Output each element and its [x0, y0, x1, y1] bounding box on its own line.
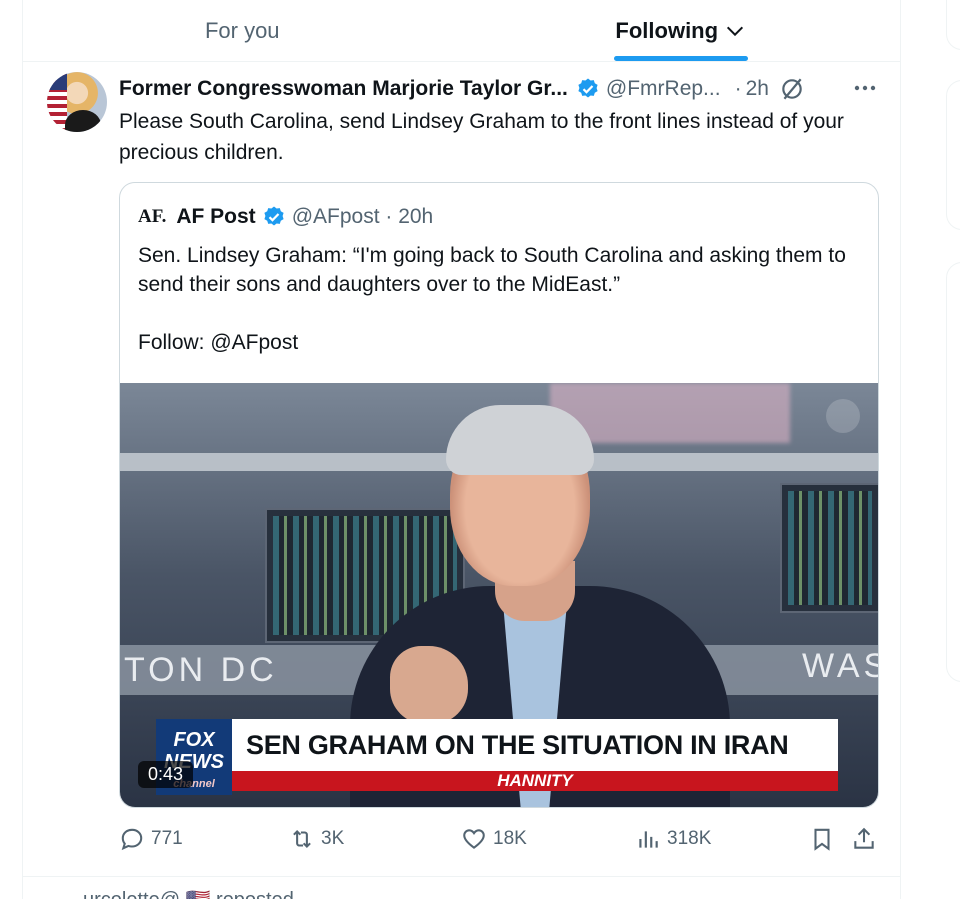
quoted-tweet-header: AF. AF Post @AFpost · 20h	[138, 205, 433, 229]
views-button[interactable]: 318K	[635, 826, 711, 852]
search-box-edge[interactable]	[946, 0, 960, 50]
sidebar-card-edge	[946, 80, 960, 230]
tweet-text: Please South Carolina, send Lindsey Grah…	[119, 110, 844, 164]
network-logo-top: FOX	[173, 729, 215, 751]
quoted-text-line: Sen. Lindsey Graham: “I'm going back to …	[138, 244, 846, 296]
quoted-tweet[interactable]: AF. AF Post @AFpost · 20h Sen. Lindsey G…	[119, 182, 879, 808]
sidebar-card-edge	[946, 262, 960, 682]
chyron-headline: SEN GRAHAM ON THE SITUATION IN IRAN	[232, 719, 838, 771]
studio-wall-text-right: WAS	[802, 647, 878, 685]
reply-button[interactable]: 771	[119, 826, 183, 852]
quoted-tweet-text: Sen. Lindsey Graham: “I'm going back to …	[138, 241, 858, 357]
video-duration: 0:43	[138, 761, 194, 788]
separator-dot: ·	[734, 77, 742, 100]
verified-badge-icon[interactable]	[576, 77, 600, 101]
views-icon	[639, 831, 658, 848]
studio-wall-text-left: TON DC	[124, 651, 278, 689]
reply-count: 771	[151, 828, 183, 849]
share-button[interactable]	[851, 826, 883, 852]
post-time[interactable]: 2h	[746, 77, 769, 101]
active-tab-indicator	[613, 56, 748, 61]
news-chyron: FOX NEWS channel SEN GRAHAM ON THE SITUA…	[156, 719, 838, 795]
repost-indicator-text: urcolette@ 🇺🇸 reposted	[83, 887, 294, 899]
author-handle[interactable]: @FmrRep...	[606, 77, 721, 101]
share-icon	[854, 827, 874, 849]
views-count: 318K	[667, 828, 712, 849]
repost-button[interactable]: 3K	[289, 826, 344, 852]
chevron-down-icon[interactable]	[724, 20, 746, 42]
chyron-show: HANNITY	[232, 771, 838, 791]
avatar[interactable]	[47, 72, 107, 132]
video-player[interactable]: TON DC WAS FOX NEWS cha	[120, 383, 878, 807]
quoted-avatar-logo: AF.	[138, 206, 167, 227]
next-tweet-preview[interactable]: urcolette@ 🇺🇸 reposted	[23, 876, 900, 899]
bookmark-button[interactable]	[809, 826, 841, 852]
tab-for-you-label: For you	[204, 17, 280, 43]
tab-following[interactable]: Following	[462, 0, 901, 61]
expand-icon[interactable]	[826, 399, 860, 433]
timeline-tabs: For you Following	[23, 0, 900, 62]
flag-graphic	[47, 72, 67, 132]
tab-for-you[interactable]: For you	[23, 0, 462, 61]
bookmark-icon	[814, 828, 830, 851]
quoted-text-line: Follow: @AFpost	[138, 331, 299, 354]
tab-following-label: Following	[615, 17, 719, 43]
fist	[390, 646, 468, 724]
like-icon	[463, 829, 485, 849]
like-count: 18K	[493, 828, 527, 849]
verified-badge-icon	[264, 206, 284, 226]
quoted-author-name: AF Post	[176, 205, 256, 228]
like-button[interactable]: 18K	[461, 826, 527, 852]
grok-icon[interactable]	[779, 76, 805, 102]
more-icon[interactable]	[851, 76, 879, 100]
quoted-handle-time: @AFpost · 20h	[291, 205, 434, 228]
timeline: For you Following Former Congresswoman M…	[22, 0, 901, 899]
tweet-header: Former Congresswoman Marjorie Taylor Gr.…	[119, 74, 879, 104]
avatar-figure	[65, 110, 101, 132]
studio-background	[780, 483, 878, 613]
repost-icon	[293, 829, 311, 849]
hair	[446, 405, 594, 475]
tweet-actions: 771 3K 18K 318K	[119, 826, 879, 860]
reply-icon	[121, 828, 143, 851]
repost-count: 3K	[321, 828, 345, 849]
author-name[interactable]: Former Congresswoman Marjorie Taylor Gr.…	[119, 77, 568, 101]
